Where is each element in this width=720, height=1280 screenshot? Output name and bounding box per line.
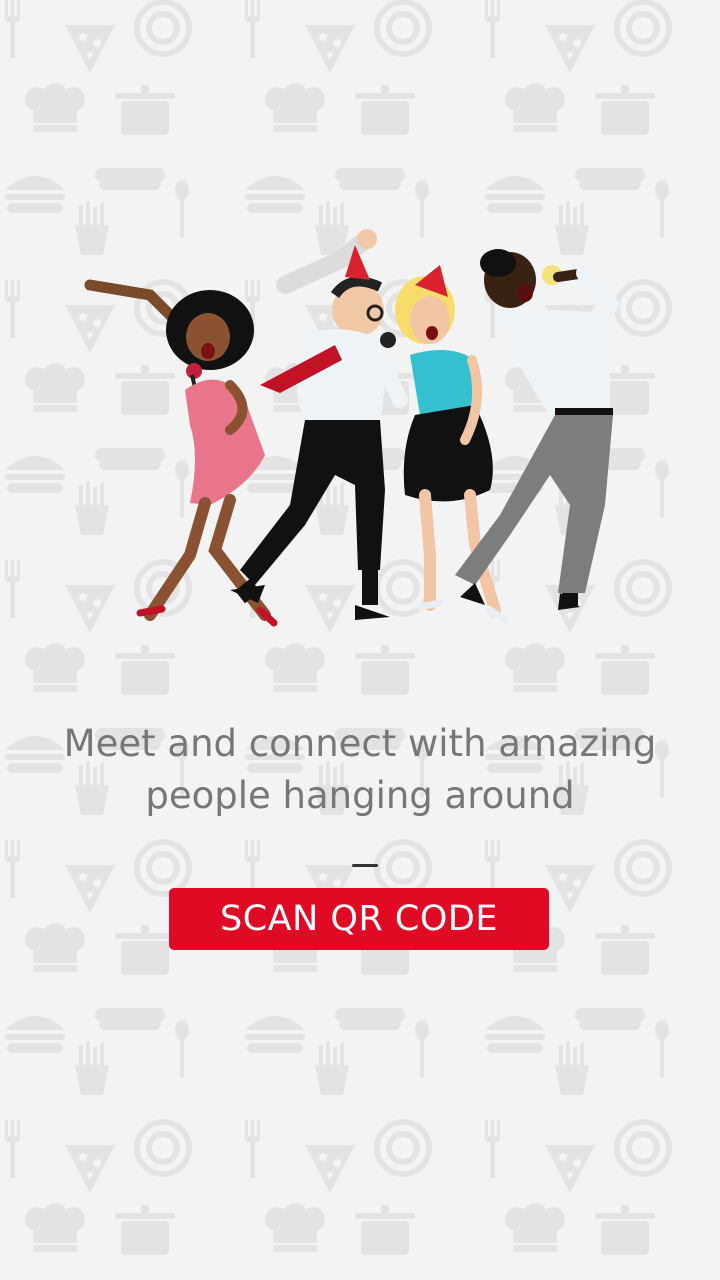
dancer-man-red-tie (230, 229, 408, 620)
dancing-people-illustration (84, 229, 619, 627)
dancer-woman-teal-top (395, 265, 509, 624)
onboarding-headline: Meet and connect with amazing people han… (40, 718, 680, 822)
headline-line-1: Meet and connect with amazing (63, 722, 657, 765)
food-pattern-background (0, 0, 720, 1280)
page-indicator (352, 864, 378, 867)
scan-qr-code-button[interactable]: SCAN QR CODE (169, 888, 549, 950)
headline-line-2: people hanging around (145, 774, 575, 817)
